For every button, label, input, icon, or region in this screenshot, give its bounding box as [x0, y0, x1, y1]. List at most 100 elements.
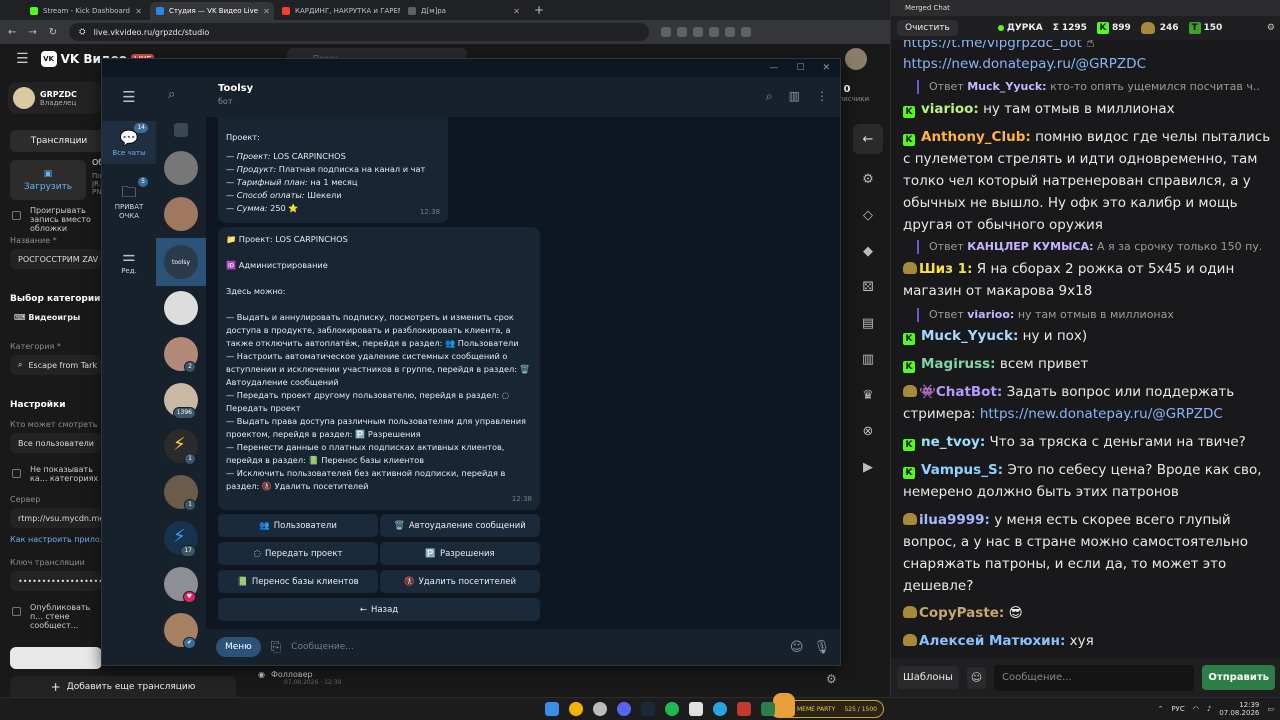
reload-icon[interactable]: ↻ [49, 27, 57, 38]
templates-button[interactable]: Шаблоны [897, 666, 959, 689]
app-icon[interactable] [737, 702, 751, 716]
message-link[interactable]: https://new.donatepay.ru/@GRPZDC [903, 56, 1146, 72]
new-tab-button[interactable]: + [534, 3, 544, 17]
extension-icon[interactable] [741, 27, 752, 37]
kb-users-button[interactable]: 👥 Пользователи [218, 514, 378, 537]
message-author[interactable]: Алексей Матюхин: [919, 633, 1065, 649]
kb-autodelete-button[interactable]: 🗑️ Автоудаление сообщений [380, 514, 540, 537]
kb-permissions-button[interactable]: 🅿️ Разрешения [380, 542, 540, 565]
category-games-tab[interactable]: ⌨ Видеоигры [14, 313, 80, 322]
chat-avatar[interactable] [164, 291, 198, 325]
start-stream-button[interactable] [10, 647, 102, 669]
chat-message-input[interactable]: Сообщение... [993, 664, 1195, 691]
message-author[interactable]: CopyPaste: [919, 605, 1004, 621]
tab-kick[interactable]: Stream - Kick Dashboard ✕ [24, 2, 148, 20]
discord-icon[interactable] [617, 702, 631, 716]
explorer-icon[interactable] [689, 702, 703, 716]
maximize-button[interactable]: ☐ [796, 63, 804, 73]
wifi-icon[interactable]: ◠ [1193, 705, 1199, 713]
search-icon[interactable]: ⌕ [766, 89, 773, 104]
publish-checkbox[interactable] [12, 607, 21, 616]
telegram-icon[interactable] [713, 702, 727, 716]
server-field[interactable]: rtmp://vsu.mycdn.me/ [10, 508, 102, 528]
kb-remove-visitors-button[interactable]: 🚷 Удалить посетителей [380, 570, 540, 593]
extension-icon[interactable] [693, 27, 704, 37]
search-icon[interactable]: ⌕ [168, 87, 175, 102]
message-link[interactable]: https://t.me/vipgrpzdc_bot [903, 40, 1082, 51]
hamburger-menu-icon[interactable]: ☰ [16, 51, 29, 67]
message-input[interactable]: Сообщение... [291, 642, 780, 652]
message-author[interactable]: Magiruss: [921, 356, 996, 372]
notifications-icon[interactable]: ▭ [1267, 705, 1274, 713]
chat-avatar[interactable]: ♥ [164, 567, 198, 603]
tab-streams[interactable]: Трансляции [10, 130, 108, 152]
site-info-icon[interactable]: ⛭ [79, 27, 85, 37]
close-icon[interactable]: ✕ [135, 7, 142, 16]
collapse-arrow-icon[interactable]: ← [853, 124, 883, 154]
video-icon[interactable]: ▶ [857, 456, 879, 478]
channel-card[interactable]: GRPZDC Владелец [8, 82, 102, 114]
forward-icon[interactable]: → [28, 27, 36, 38]
gem-icon[interactable]: ◆ [857, 240, 879, 262]
autoplay-checkbox[interactable] [12, 211, 21, 220]
chat-avatar[interactable]: 2 [164, 337, 198, 373]
gear-icon[interactable]: ⚙ [1267, 23, 1275, 33]
list-icon[interactable]: ▤ [857, 312, 879, 334]
kb-back-button[interactable]: ← Назад [218, 598, 540, 621]
chat-app-icon[interactable] [761, 702, 775, 716]
chat-avatar[interactable]: 1 [164, 475, 198, 511]
trophy-icon[interactable]: ♛ [857, 384, 879, 406]
emoji-icon[interactable]: ☺ [790, 640, 804, 655]
close-icon[interactable]: ✕ [513, 7, 520, 16]
obs-icon[interactable] [593, 702, 607, 716]
message-author[interactable]: ilua9999: [919, 512, 990, 528]
extension-icon[interactable] [725, 27, 736, 37]
chat-avatar[interactable]: ✔ [164, 613, 198, 649]
message-author[interactable]: Anthony_Club: [921, 129, 1031, 145]
selected-chat[interactable]: toolsy [156, 238, 206, 286]
chat-avatar[interactable] [164, 197, 198, 231]
url-field[interactable]: ⛭ live.vkvideo.ru/grpzdc/studio [69, 23, 650, 41]
archive-icon[interactable] [174, 123, 188, 137]
who-can-watch-select[interactable]: Все пользователи [10, 433, 102, 453]
kb-migrate-button[interactable]: 📗 Перенос базы клиентов [218, 570, 378, 593]
chrome-icon[interactable] [569, 702, 583, 716]
close-window-button[interactable]: ✕ [822, 63, 830, 73]
minimize-button[interactable]: — [769, 63, 778, 73]
message-author[interactable]: viarioo: [921, 101, 979, 117]
windows-start-icon[interactable] [545, 702, 559, 716]
dice-icon[interactable]: ⚄ [857, 276, 879, 298]
bot-menu-button[interactable]: Меню [216, 637, 261, 657]
chevron-up-icon[interactable]: ⌃ [1157, 705, 1163, 713]
gamepad-icon[interactable]: ⊗ [857, 420, 879, 442]
chat-avatar[interactable]: 1396 [164, 383, 198, 419]
back-icon[interactable]: ← [8, 27, 16, 38]
chat-avatar[interactable] [164, 151, 198, 185]
spotify-icon[interactable] [665, 702, 679, 716]
upload-cover-button[interactable]: ▣ Загрузить [10, 160, 86, 200]
stats-icon[interactable]: ▥ [857, 348, 879, 370]
send-button[interactable]: Отправить [1202, 665, 1275, 690]
folder-private[interactable]: 🗀 5 ПРИВАТ ОЧКА [102, 175, 156, 227]
stream-name-field[interactable]: РОСГОССТРИМ ZAV [10, 249, 102, 269]
message-author[interactable]: Шиз 1: [919, 261, 972, 277]
user-avatar[interactable] [845, 48, 867, 70]
tab-vk-studio[interactable]: Студия — VK Видео Live ✕ [150, 2, 274, 20]
language-indicator[interactable]: РУС [1171, 705, 1184, 713]
diamond-icon[interactable]: ◇ [857, 204, 879, 226]
tab-other[interactable]: Д[м]ра ✕ [402, 2, 526, 20]
add-stream-button[interactable]: + Добавить еще трансляцию [10, 676, 236, 698]
message-author[interactable]: Vampus_S: [921, 462, 1003, 478]
sidebar-toggle-icon[interactable]: ▥ [789, 89, 800, 104]
gear-icon[interactable]: ⚙ [857, 168, 879, 190]
chat-avatar[interactable]: ⚡ 1 [164, 429, 198, 465]
message-author[interactable]: ne_tvoy: [921, 434, 985, 450]
more-icon[interactable]: ⋮ [816, 89, 828, 104]
category-field[interactable]: ⌕ Escape from Tark [10, 355, 102, 375]
microphone-icon[interactable]: 🎙 [813, 640, 830, 655]
extension-icon[interactable] [677, 27, 688, 37]
stream-key-field[interactable]: •••••••••••••••••••••••••••••••• [10, 571, 102, 591]
steam-icon[interactable] [641, 702, 655, 716]
chat-avatar[interactable]: ⚡ 17 [164, 521, 198, 557]
folder-edit[interactable]: ⚌ Ред. [102, 239, 156, 282]
